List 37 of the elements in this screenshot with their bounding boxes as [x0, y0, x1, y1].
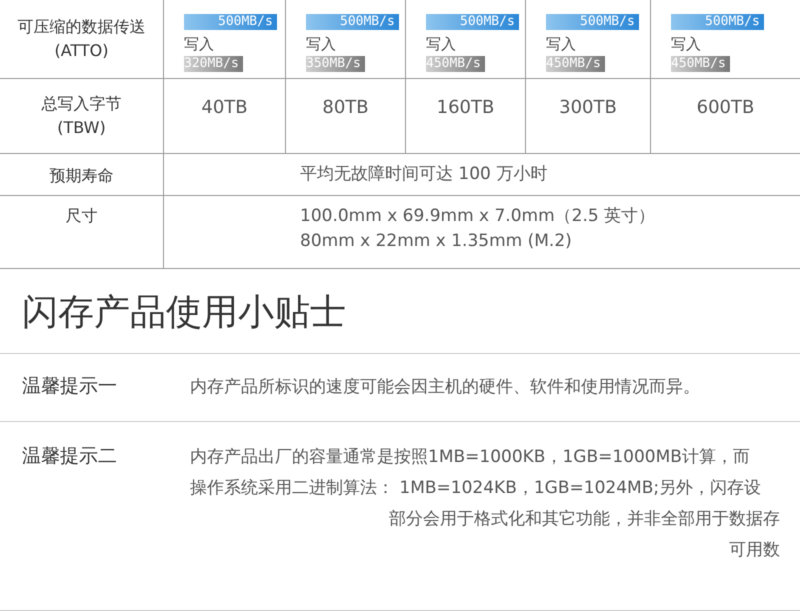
- write-label: 写入: [184, 35, 214, 54]
- table-cell-text: 600TB: [696, 97, 754, 120]
- row-label: 尺寸: [66, 205, 98, 227]
- write-speed-tag: 350MB/s: [306, 56, 365, 72]
- read-speed-tag: 500MB/s: [671, 14, 764, 30]
- read-speed-tag: 500MB/s: [184, 14, 277, 30]
- write-label: 写入: [671, 35, 701, 54]
- table-cell-text: 80TB: [322, 97, 369, 120]
- write-label: 写入: [426, 35, 456, 54]
- write-label: 写入: [306, 35, 336, 54]
- read-speed-tag: 500MB/s: [306, 14, 399, 30]
- write-speed-tag: 450MB/s: [546, 56, 605, 72]
- read-speed-tag: 500MB/s: [426, 14, 519, 30]
- row-label: (TBW): [57, 117, 106, 139]
- tip-text-line: 内存产品所标识的速度可能会因主机的硬件、软件和使用情况而异。: [190, 376, 701, 399]
- tip-label: 温馨提示一: [22, 374, 118, 399]
- row-label: 总写入字节: [42, 93, 122, 115]
- write-speed-tag: 450MB/s: [426, 56, 485, 72]
- table-cell-text: 100.0mm x 69.9mm x 7.0mm（2.5 英寸）: [300, 205, 656, 228]
- row-label: (ATTO): [54, 40, 109, 62]
- tip-text-line: 操作系统采用二进制算法： 1MB=1024KB，1GB=1024MB;另外，闪存设: [190, 477, 762, 500]
- table-cell-text: 40TB: [201, 97, 248, 120]
- row-label: 可压缩的数据传送: [18, 16, 146, 38]
- table-cell-text: 平均无故障时间可达 100 万小时: [300, 163, 548, 186]
- row-label: 预期寿命: [50, 165, 114, 187]
- section-title: 闪存产品使用小贴士: [21, 291, 347, 335]
- write-speed-tag: 450MB/s: [671, 56, 730, 72]
- table-cell-text: 160TB: [436, 97, 494, 120]
- tip-text-line: 部分会用于格式化和其它功能，并非全部用于数据存: [388, 508, 780, 531]
- write-label: 写入: [546, 35, 576, 54]
- read-speed-tag: 500MB/s: [546, 14, 639, 30]
- tip-text-line: 可用数: [728, 539, 780, 562]
- write-speed-tag: 320MB/s: [184, 56, 243, 72]
- table-cell-text: 300TB: [559, 97, 617, 120]
- tip-label: 温馨提示二: [22, 444, 118, 469]
- tip-text-line: 内存产品出厂的容量通常是按照1MB=1000KB，1GB=1000MB计算，而: [190, 446, 751, 469]
- table-cell-text: 80mm x 22mm x 1.35mm (M.2): [300, 230, 573, 253]
